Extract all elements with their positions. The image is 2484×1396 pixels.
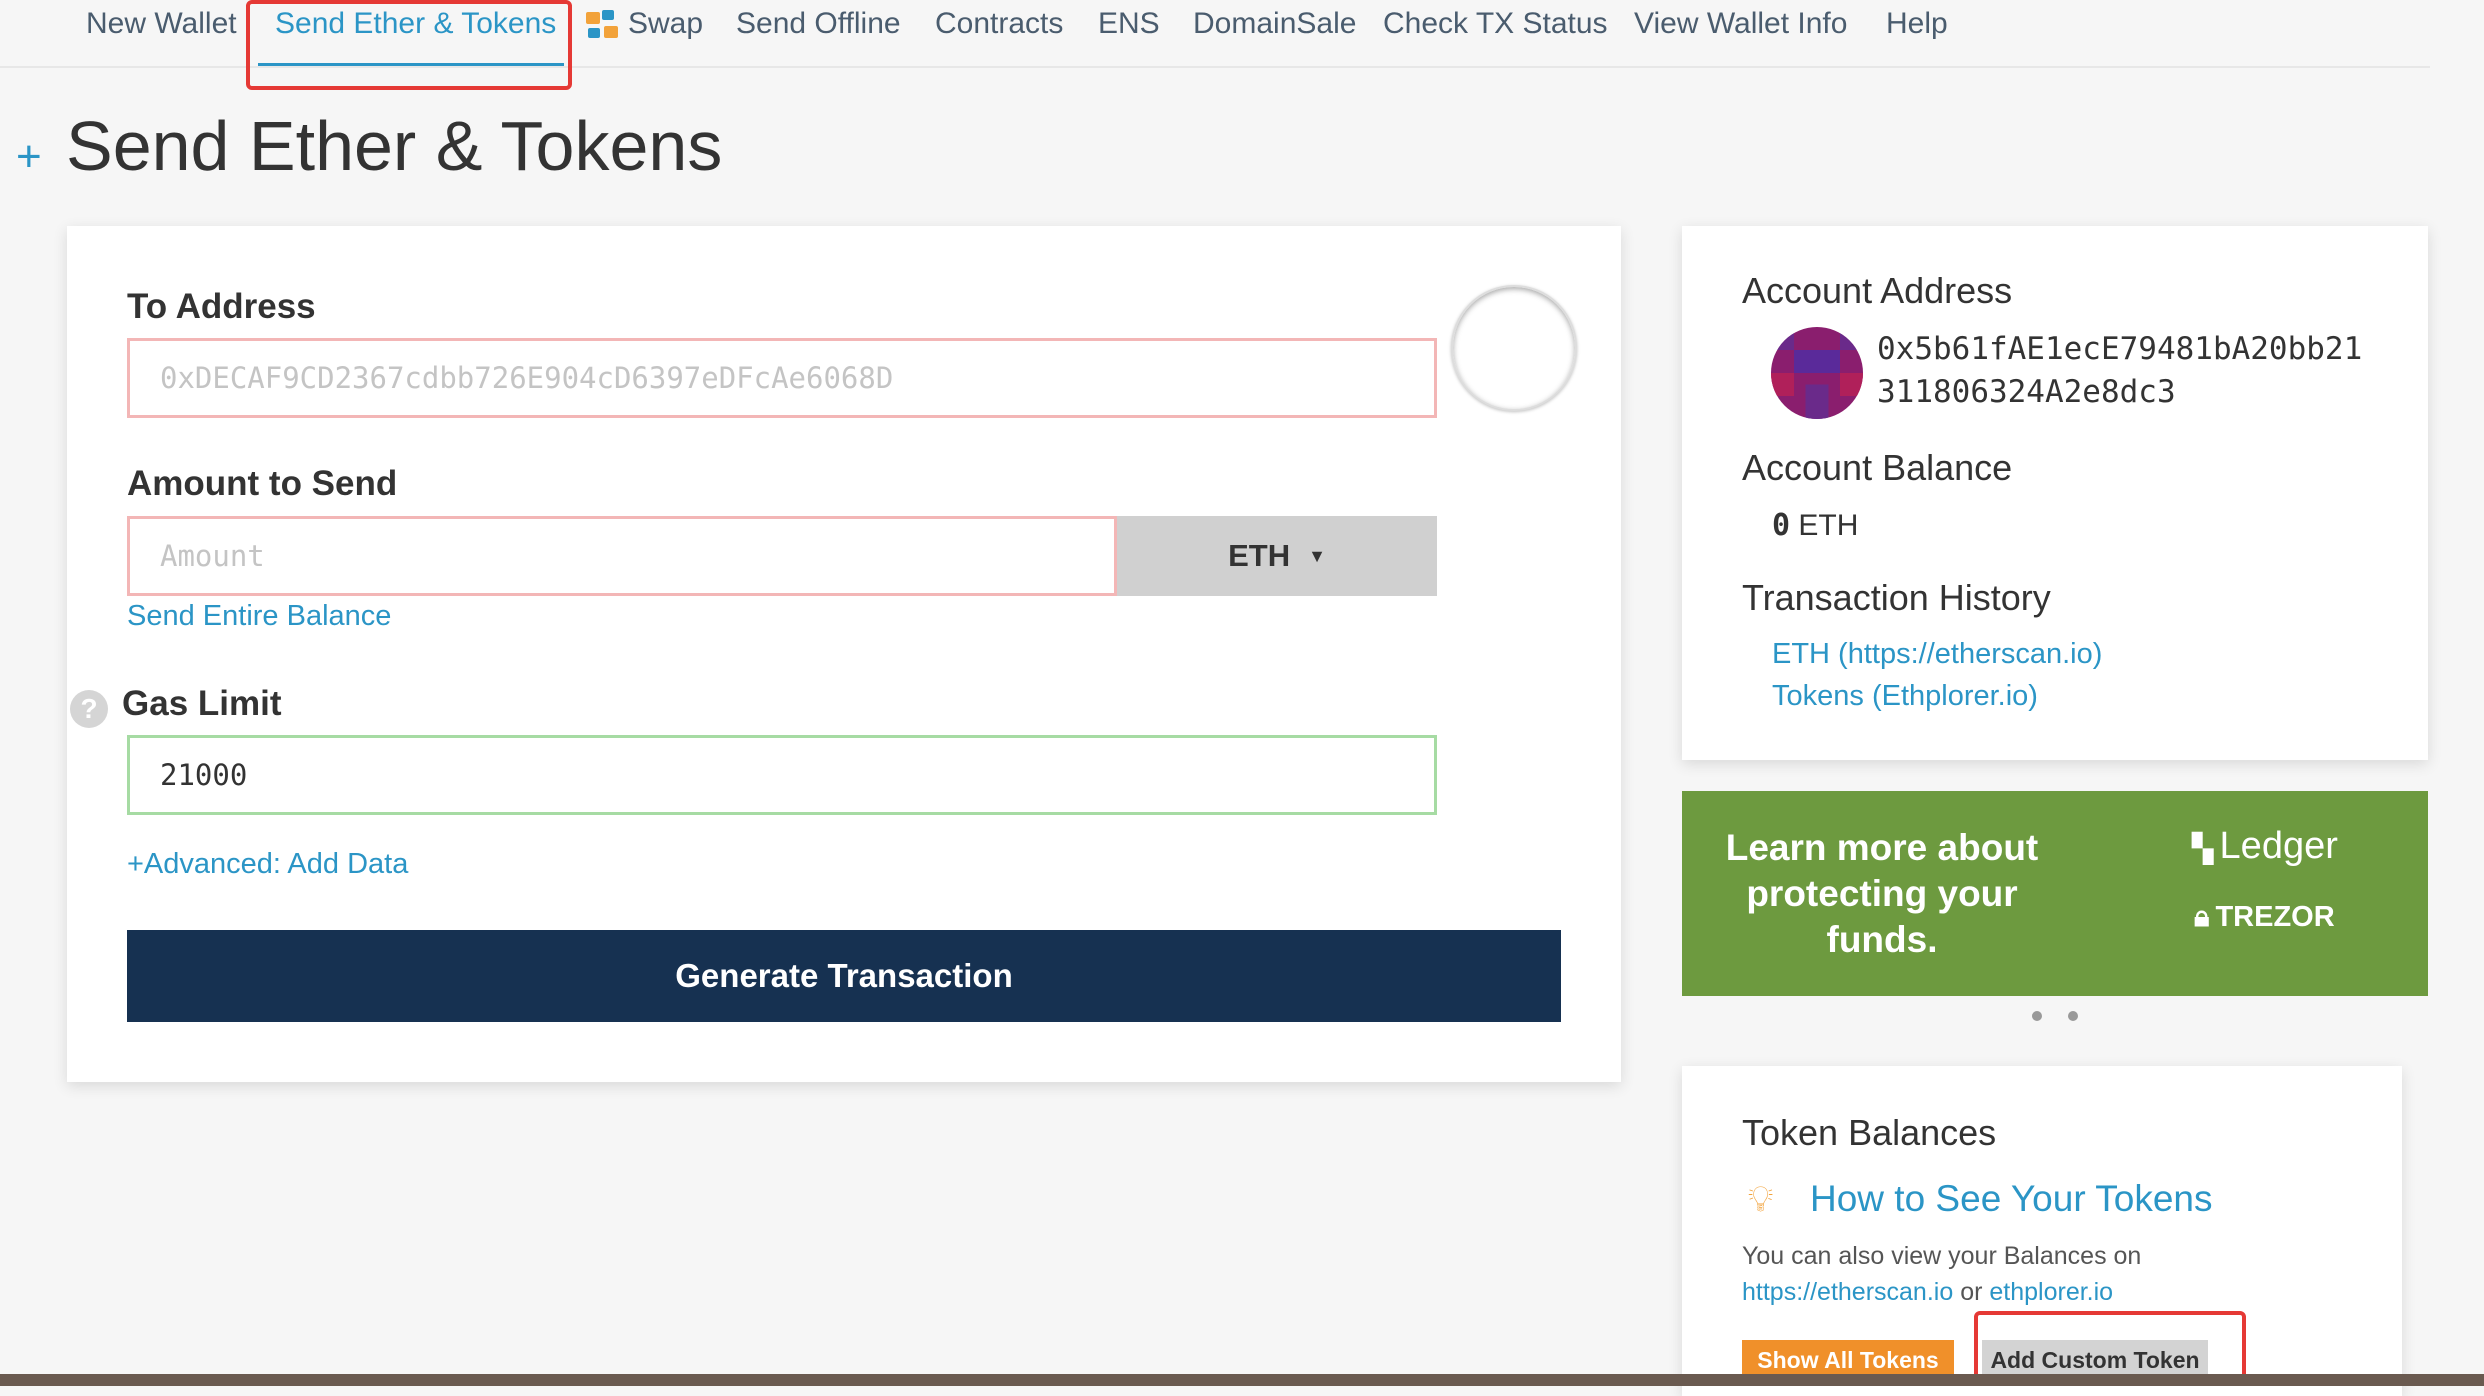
transaction-history-heading: Transaction History (1742, 577, 2051, 618)
to-address-placeholder: 0xDECAF9CD2367cdbb726E904cD6397eDFcAe606… (160, 361, 894, 395)
nav-view-wallet-info[interactable]: View Wallet Info (1634, 4, 1847, 44)
amount-placeholder: Amount (160, 539, 265, 573)
promo-text: Learn more about protecting your funds. (1725, 827, 2039, 960)
lightbulb-icon: 💡︎ (1748, 1178, 1774, 1219)
bottom-edge (0, 1374, 2484, 1386)
account-address-line-1: 0x5b61fAE1ecE79481bA20bb21 (1877, 331, 2363, 367)
amount-input[interactable]: Amount (127, 516, 1117, 596)
history-tokens-link[interactable]: Tokens (Ethplorer.io) (1772, 680, 2038, 713)
amount-label: Amount to Send (127, 464, 398, 503)
send-entire-balance-link[interactable]: Send Entire Balance (127, 600, 391, 633)
nav-domainsale[interactable]: DomainSale (1193, 4, 1356, 44)
help-icon[interactable]: ? (70, 690, 108, 728)
account-address-heading: Account Address (1742, 270, 2013, 311)
chevron-down-icon: ▼ (1308, 545, 1326, 566)
to-address-input[interactable]: 0xDECAF9CD2367cdbb726E904cD6397eDFcAe606… (127, 338, 1437, 418)
nav-check-tx-status[interactable]: Check TX Status (1383, 4, 1608, 44)
etherscan-link[interactable]: https://etherscan.io (1742, 1278, 1953, 1306)
nav-contracts[interactable]: Contracts (935, 4, 1063, 44)
gas-limit-value: 21000 (160, 758, 248, 792)
account-balance: 0 ETH (1772, 508, 1858, 543)
nav-send-offline[interactable]: Send Offline (736, 4, 901, 44)
gas-limit-label: Gas Limit (122, 684, 282, 723)
or-text: or (1960, 1278, 1983, 1306)
trezor-logo-label: TREZOR (2215, 901, 2335, 933)
account-balance-unit: ETH (1798, 509, 1859, 542)
currency-dropdown-value: ETH (1228, 538, 1291, 573)
ledger-icon: ▚ (2192, 833, 2214, 864)
nav-help[interactable]: Help (1886, 4, 1948, 44)
hardware-wallet-promo-banner[interactable]: Learn more about protecting your funds. … (1682, 791, 2428, 996)
address-identicon-placeholder (1451, 285, 1577, 411)
ledger-logo-label: Ledger (2219, 825, 2338, 867)
account-address-line-2: 311806324A2e8dc3 (1877, 374, 2176, 410)
generate-transaction-button[interactable]: Generate Transaction (127, 930, 1561, 1022)
history-eth-link[interactable]: ETH (https://etherscan.io) (1772, 638, 2102, 671)
gas-limit-input[interactable]: 21000 (127, 735, 1437, 815)
token-info-links: https://etherscan.io or ethplorer.io (1742, 1278, 2113, 1307)
nav-ens[interactable]: ENS (1098, 4, 1160, 44)
lock-icon: 🔒︎ (2194, 901, 2210, 933)
account-balance-value: 0 (1772, 508, 1791, 543)
to-address-label: To Address (127, 287, 316, 326)
highlight-box-send-tab (246, 0, 572, 90)
ethplorer-link[interactable]: ethplorer.io (1989, 1278, 2113, 1306)
carousel-dot-2[interactable] (2068, 1011, 2078, 1021)
page-title: Send Ether & Tokens (66, 107, 723, 185)
plus-icon: + (16, 132, 42, 181)
carousel-dot-1[interactable] (2032, 1011, 2042, 1021)
swap-icon (586, 10, 618, 38)
trezor-logo: 🔒︎ TREZOR (2194, 901, 2335, 934)
token-info-text: You can also view your Balances on (1742, 1242, 2142, 1270)
how-to-see-tokens-link[interactable]: How to See Your Tokens (1810, 1178, 2212, 1220)
ledger-logo: ▚ Ledger (2192, 825, 2338, 868)
account-balance-heading: Account Balance (1742, 447, 2013, 488)
nav-swap[interactable]: Swap (628, 4, 703, 44)
currency-dropdown[interactable]: ETH ▼ (1117, 516, 1437, 596)
advanced-add-data-link[interactable]: +Advanced: Add Data (127, 848, 408, 881)
account-identicon (1771, 327, 1863, 419)
nav-new-wallet[interactable]: New Wallet (86, 4, 237, 44)
token-balances-heading: Token Balances (1742, 1112, 1997, 1153)
